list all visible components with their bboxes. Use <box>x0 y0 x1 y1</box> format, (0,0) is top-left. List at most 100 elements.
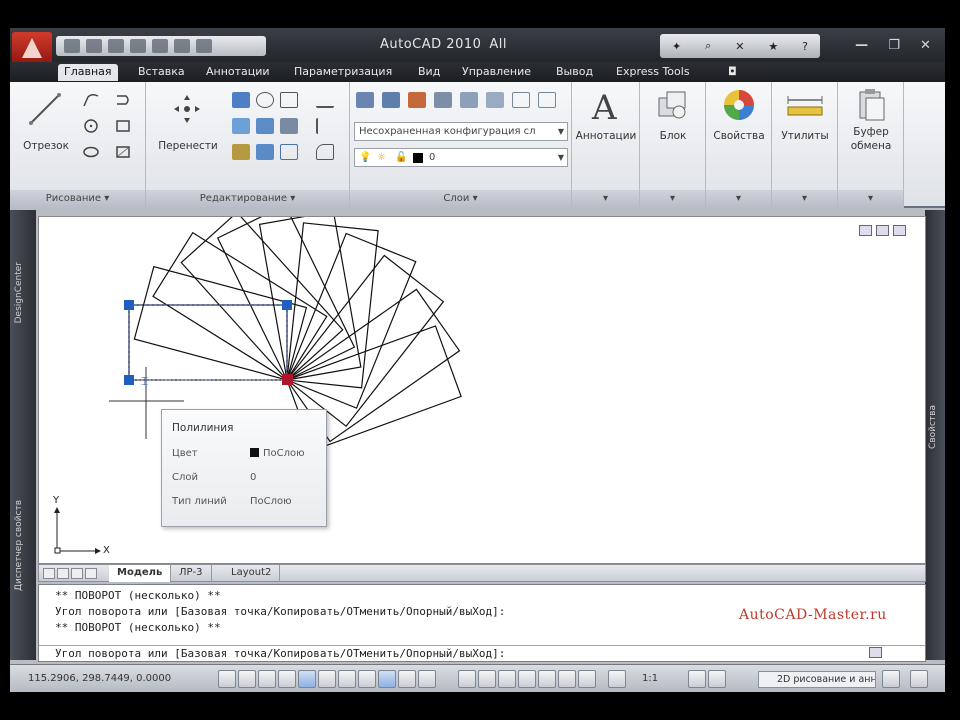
tab-annotate[interactable]: Аннотации <box>206 65 270 78</box>
coordinate-readout[interactable]: 115.2906, 298.7449, 0.0000 <box>28 673 171 684</box>
utilities-expand[interactable]: ▾ <box>772 190 837 208</box>
block-expand[interactable]: ▾ <box>640 190 705 208</box>
object-snap-tracking-icon[interactable] <box>338 670 356 688</box>
last-layout-icon[interactable] <box>85 568 97 579</box>
ellipse-icon[interactable] <box>82 144 100 160</box>
block-icon[interactable] <box>657 90 689 122</box>
lineweight-icon[interactable] <box>398 670 416 688</box>
showmotion-icon[interactable] <box>578 670 596 688</box>
dropdown-icon[interactable] <box>196 39 212 53</box>
undo-icon[interactable] <box>130 39 146 53</box>
annotation-scale-value[interactable]: 1:1 <box>642 673 658 684</box>
properties-expand[interactable]: ▾ <box>706 190 771 208</box>
auto-scale-icon[interactable] <box>708 670 726 688</box>
copy-icon[interactable] <box>280 92 298 108</box>
fillet-icon[interactable] <box>256 118 274 134</box>
layer-combo[interactable]: 💡 ☼ 🔓 0 ▼ <box>354 148 568 167</box>
save-icon[interactable] <box>108 39 124 53</box>
chamfer-icon[interactable] <box>316 144 334 160</box>
clipboard-expand[interactable]: ▾ <box>838 190 903 208</box>
quick-view-layouts-icon[interactable] <box>478 670 496 688</box>
layer-lock-icon[interactable] <box>486 92 504 108</box>
next-layout-icon[interactable] <box>71 568 83 579</box>
layer-properties-icon[interactable] <box>356 92 374 108</box>
tab-view[interactable]: Вид <box>418 65 440 78</box>
redo-icon[interactable] <box>152 39 168 53</box>
layer-state-combo[interactable]: Несохраненная конфигурация сл ▼ <box>354 122 568 141</box>
restore-icon[interactable]: ❐ <box>888 38 900 53</box>
tab-home[interactable]: Главная <box>58 64 118 81</box>
toolbar-lock-icon[interactable] <box>882 670 900 688</box>
circle-copy-icon[interactable] <box>256 92 274 108</box>
mirror-icon[interactable] <box>232 118 250 134</box>
modify-panel-title[interactable]: Редактирование ▾ <box>146 190 349 208</box>
close-icon[interactable]: ✕ <box>920 38 931 53</box>
command-scroll-up-icon[interactable] <box>869 647 882 658</box>
draw-panel-title[interactable]: Рисование ▾ <box>10 190 145 208</box>
tab-layout-lr3[interactable]: ЛР-3 <box>171 565 212 582</box>
snap-mode-icon[interactable] <box>218 670 236 688</box>
offset-icon[interactable] <box>316 92 334 108</box>
search-icon[interactable]: ✦ <box>672 40 681 53</box>
line-tool-icon[interactable] <box>28 92 62 126</box>
color-wheel-icon[interactable] <box>722 88 756 122</box>
clipboard-icon[interactable] <box>858 88 886 122</box>
first-layout-icon[interactable] <box>43 568 55 579</box>
tab-insert[interactable]: Вставка <box>138 65 185 78</box>
tab-express-tools[interactable]: Express Tools <box>616 65 690 78</box>
extend-icon[interactable] <box>316 118 334 134</box>
help-icon[interactable]: ? <box>802 40 808 53</box>
polar-tracking-icon[interactable] <box>278 670 296 688</box>
new-icon[interactable] <box>64 39 80 53</box>
annotation-visibility-icon[interactable] <box>688 670 706 688</box>
communication-icon[interactable]: ✕ <box>735 40 744 53</box>
application-menu-button[interactable] <box>12 32 52 66</box>
steering-wheel-icon[interactable] <box>558 670 576 688</box>
favorites-icon[interactable]: ★ <box>768 40 778 53</box>
move-tool-icon[interactable] <box>172 92 202 126</box>
circle-icon[interactable] <box>82 118 100 134</box>
minimize-viewport-icon[interactable] <box>859 225 872 236</box>
ortho-mode-icon[interactable] <box>258 670 276 688</box>
close-viewport-icon[interactable] <box>893 225 906 236</box>
drawing-canvas[interactable]: ⌶ Полилиния Цвет ПоСлою Слой 0 Тип линий… <box>38 216 926 564</box>
grip-top-left[interactable] <box>124 300 134 310</box>
properties-manager-tab[interactable]: Диспетчер свойств <box>14 500 24 591</box>
properties-palette-tab[interactable]: Свойства <box>928 405 938 449</box>
clean-screen-icon[interactable] <box>910 670 928 688</box>
quick-view-drawings-icon[interactable] <box>498 670 516 688</box>
annotation-expand[interactable]: ▾ <box>572 190 639 208</box>
array-icon[interactable] <box>280 144 298 160</box>
command-prompt[interactable]: Угол поворота или [Базовая точка/Копиров… <box>55 647 505 660</box>
right-palette-strip[interactable]: Свойства <box>925 210 945 660</box>
print-icon[interactable] <box>174 39 190 53</box>
scale-icon[interactable] <box>232 144 250 160</box>
quick-properties-icon[interactable] <box>418 670 436 688</box>
ribbon-toggle-icon[interactable]: ◘ <box>728 65 737 78</box>
layer-previous-icon[interactable] <box>538 92 556 108</box>
hatch-icon[interactable] <box>114 144 132 160</box>
rectangle-icon[interactable] <box>114 118 132 134</box>
grip-top-right[interactable] <box>282 300 292 310</box>
layer-match-icon[interactable] <box>512 92 530 108</box>
tab-model[interactable]: Модель <box>109 565 172 582</box>
layer-off-icon[interactable] <box>408 92 426 108</box>
zoom-icon[interactable] <box>538 670 556 688</box>
dynamic-input-icon[interactable] <box>378 670 396 688</box>
annotation-scale-icon[interactable] <box>608 670 626 688</box>
polyline-icon[interactable] <box>82 92 100 108</box>
rotate-icon[interactable] <box>232 92 250 108</box>
tab-output[interactable]: Вывод <box>556 65 593 78</box>
grip-bottom-left[interactable] <box>124 375 134 385</box>
layers-panel-title[interactable]: Слои ▾ <box>350 190 571 208</box>
dynamic-ucs-icon[interactable] <box>358 670 376 688</box>
3d-osnap-icon[interactable] <box>318 670 336 688</box>
minimize-icon[interactable]: — <box>855 38 868 53</box>
tab-manage[interactable]: Управление <box>462 65 531 78</box>
prev-layout-icon[interactable] <box>57 568 69 579</box>
grid-display-icon[interactable] <box>238 670 256 688</box>
tab-layout2[interactable]: Layout2 <box>223 565 281 582</box>
workspace-switch[interactable]: 2D рисование и аннотации <box>758 671 876 688</box>
layer-isolate-icon[interactable] <box>434 92 452 108</box>
rotated-rectangle[interactable] <box>128 304 288 381</box>
